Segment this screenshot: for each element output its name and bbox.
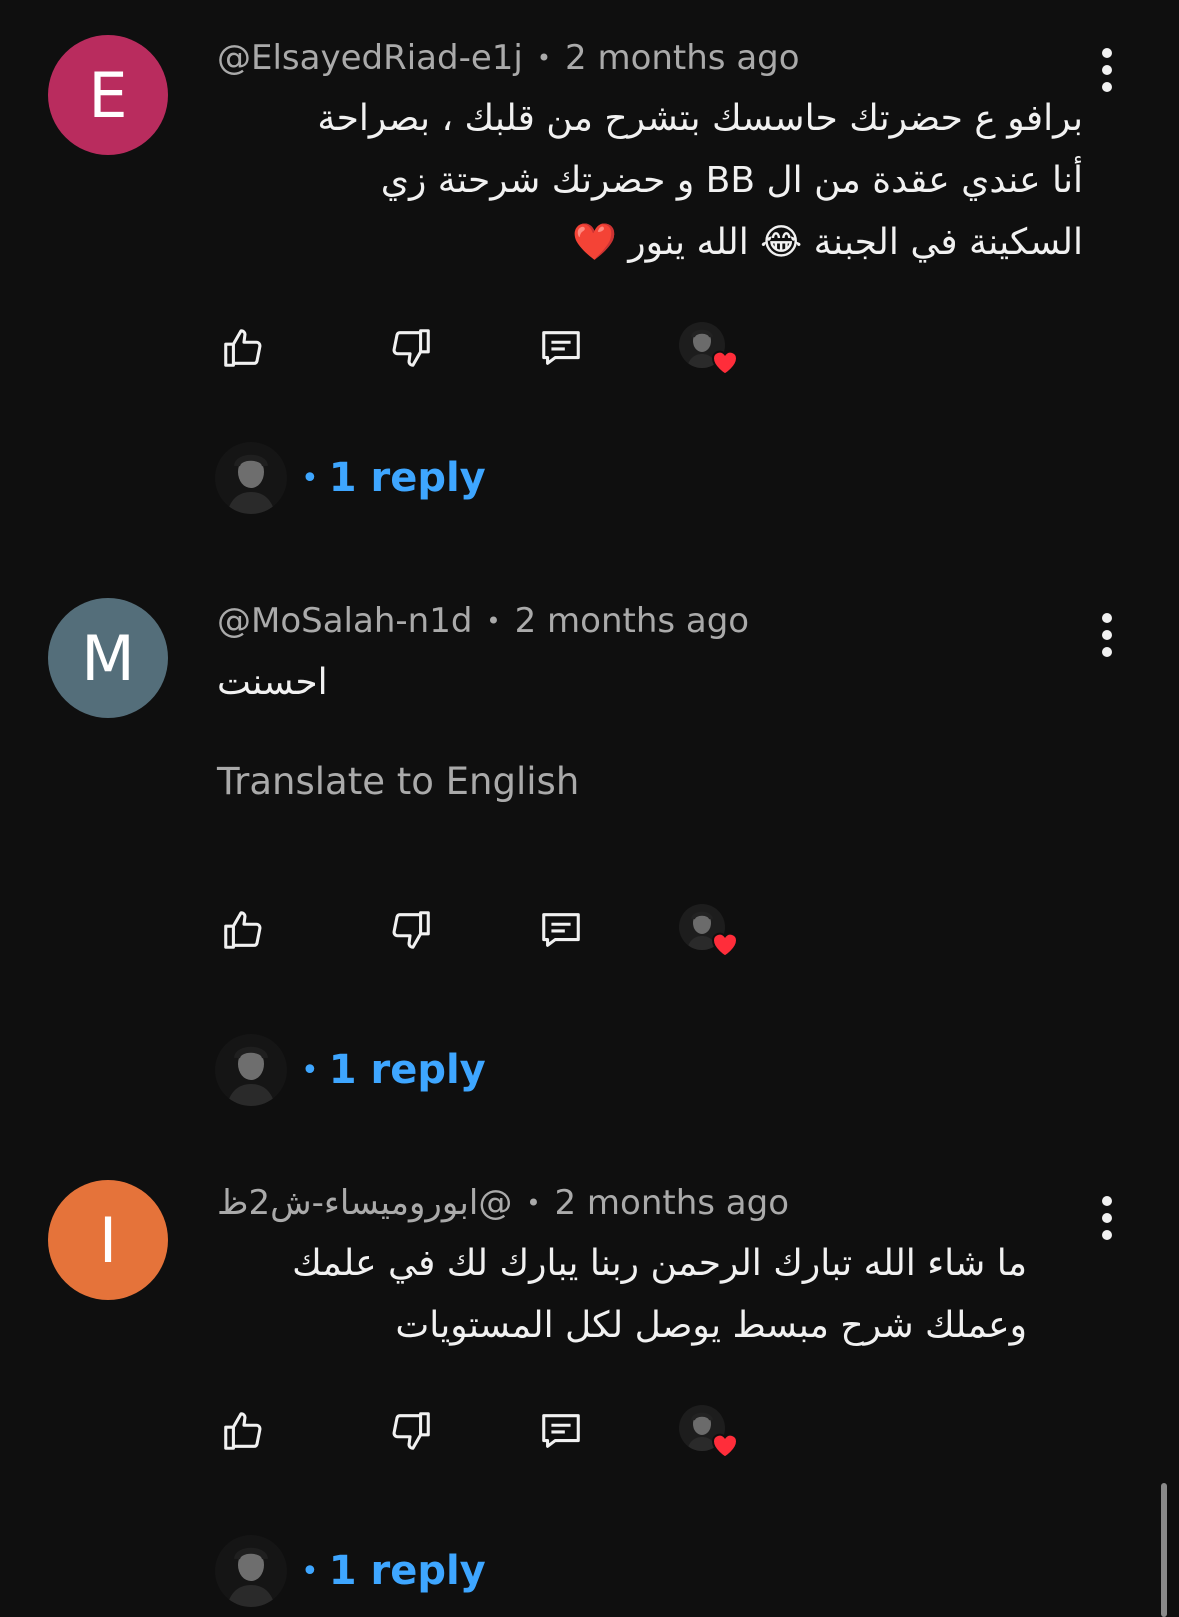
creator-heart-icon xyxy=(711,932,739,958)
avatar[interactable]: M xyxy=(48,598,168,718)
reply-button[interactable] xyxy=(535,1405,587,1457)
like-button[interactable] xyxy=(217,1405,269,1457)
comment-icon xyxy=(542,913,580,947)
more-vertical-icon xyxy=(1102,1196,1112,1206)
comment-text-line: برافو ع حضرتك حاسسك بتشرح من قلبك ، بصرا… xyxy=(317,98,1083,139)
view-replies-button[interactable]: • 1 reply xyxy=(215,1032,486,1108)
creator-heart xyxy=(679,322,741,378)
like-button[interactable] xyxy=(217,322,269,374)
avatar[interactable]: E xyxy=(48,35,168,155)
creator-heart-icon xyxy=(711,350,739,376)
comment-actions xyxy=(217,322,739,376)
thumbs-up-icon xyxy=(224,329,262,367)
comment-text: احسنت xyxy=(217,652,328,714)
reply-button[interactable] xyxy=(535,904,587,956)
creator-heart xyxy=(679,1405,741,1461)
comment-meta: @MoSalah-n1d • 2 months ago xyxy=(217,601,749,641)
comment-actions xyxy=(217,904,739,958)
avatar-letter: E xyxy=(88,58,128,132)
dislike-button[interactable] xyxy=(385,904,437,956)
comment-text: برافو ع حضرتك حاسسك بتشرح من قلبك ، بصرا… xyxy=(217,88,1083,274)
reply-separator: • xyxy=(301,460,319,496)
dislike-button[interactable] xyxy=(385,1405,437,1457)
view-replies-button[interactable]: • 1 reply xyxy=(215,440,486,516)
more-vertical-icon xyxy=(1102,48,1112,58)
more-options-button[interactable] xyxy=(1095,1196,1119,1240)
comment-meta: @ElsayedRiad-e1j • 2 months ago xyxy=(217,38,800,78)
reply-count[interactable]: 1 reply xyxy=(329,1548,486,1594)
like-button[interactable] xyxy=(217,904,269,956)
comment-actions xyxy=(217,1405,739,1459)
thumbs-up-icon xyxy=(224,1412,262,1450)
author-handle[interactable]: @MoSalah-n1d xyxy=(217,601,472,641)
meta-separator: • xyxy=(536,44,552,72)
more-options-button[interactable] xyxy=(1095,48,1119,92)
reply-button[interactable] xyxy=(535,322,587,374)
comment-text-line: السكينة في الجبنة 😂 الله ينور ❤️ xyxy=(571,222,1083,263)
reply-avatar xyxy=(215,442,287,514)
view-replies-button[interactable]: • 1 reply xyxy=(215,1533,486,1609)
more-options-button[interactable] xyxy=(1095,613,1119,657)
meta-separator: • xyxy=(526,1189,541,1217)
creator-heart-icon xyxy=(711,1433,739,1459)
author-handle[interactable]: @ابوروميساء-ش2ظ xyxy=(217,1183,512,1223)
timestamp[interactable]: 2 months ago xyxy=(515,601,750,641)
comment-icon xyxy=(542,1414,580,1448)
reply-avatar xyxy=(215,1034,287,1106)
comment-text-line: ما شاء الله تبارك الرحمن ربنا يبارك لك ف… xyxy=(292,1243,1027,1284)
reply-avatar xyxy=(215,1535,287,1607)
reply-count[interactable]: 1 reply xyxy=(329,455,486,501)
comment-meta: @ابوروميساء-ش2ظ • 2 months ago xyxy=(217,1183,789,1223)
creator-heart xyxy=(679,904,741,960)
avatar[interactable]: I xyxy=(48,1180,168,1300)
thumbs-down-icon xyxy=(392,329,430,367)
avatar-letter: M xyxy=(81,621,135,695)
timestamp[interactable]: 2 months ago xyxy=(565,38,800,78)
comment-text-line: وعملك شرح مبسط يوصل لكل المستويات xyxy=(395,1305,1027,1346)
reply-separator: • xyxy=(301,1553,319,1589)
comment-text-line: أنا عندي عقدة من ال BB و حضرتك شرحتة زي xyxy=(380,160,1083,201)
timestamp[interactable]: 2 months ago xyxy=(554,1183,789,1223)
meta-separator: • xyxy=(486,607,501,635)
comment-icon xyxy=(542,331,580,365)
reply-separator: • xyxy=(301,1052,319,1088)
comment-text: ما شاء الله تبارك الرحمن ربنا يبارك لك ف… xyxy=(217,1233,1027,1357)
translate-button[interactable]: Translate to English xyxy=(217,760,579,803)
scrollbar[interactable] xyxy=(1161,1483,1167,1617)
more-vertical-icon xyxy=(1102,613,1112,623)
thumbs-down-icon xyxy=(392,911,430,949)
reply-count[interactable]: 1 reply xyxy=(329,1047,486,1093)
comment-text-line: احسنت xyxy=(217,662,328,703)
dislike-button[interactable] xyxy=(385,322,437,374)
thumbs-down-icon xyxy=(392,1412,430,1450)
thumbs-up-icon xyxy=(224,911,262,949)
avatar-letter: I xyxy=(98,1203,118,1277)
author-handle[interactable]: @ElsayedRiad-e1j xyxy=(217,38,523,78)
